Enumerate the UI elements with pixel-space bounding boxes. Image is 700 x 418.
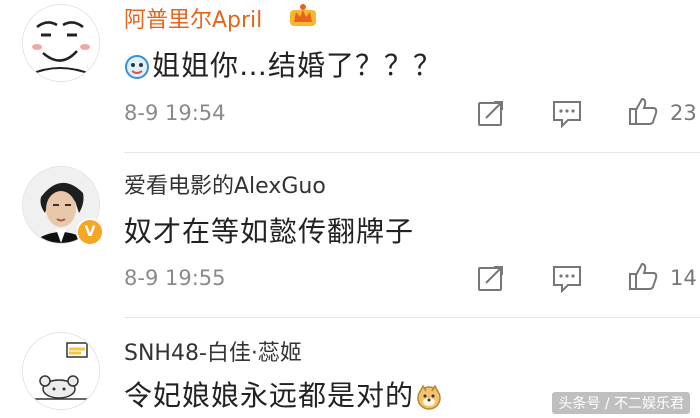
avatar[interactable] — [22, 332, 100, 410]
comment-item: SNH48-白佳·蕊姬 令妃娘娘永远都是对的 — [0, 0, 700, 418]
username[interactable]: SNH48-白佳·蕊姬 — [124, 335, 302, 367]
cartoon-mouse-avatar — [23, 333, 99, 409]
doge-emoji — [417, 384, 441, 410]
watermark: 头条号 / 不二娱乐君 — [552, 392, 690, 414]
comment-text: 令妃娘娘永远都是对的 — [124, 374, 442, 414]
comment-text-content: 令妃娘娘永远都是对的 — [124, 379, 415, 412]
